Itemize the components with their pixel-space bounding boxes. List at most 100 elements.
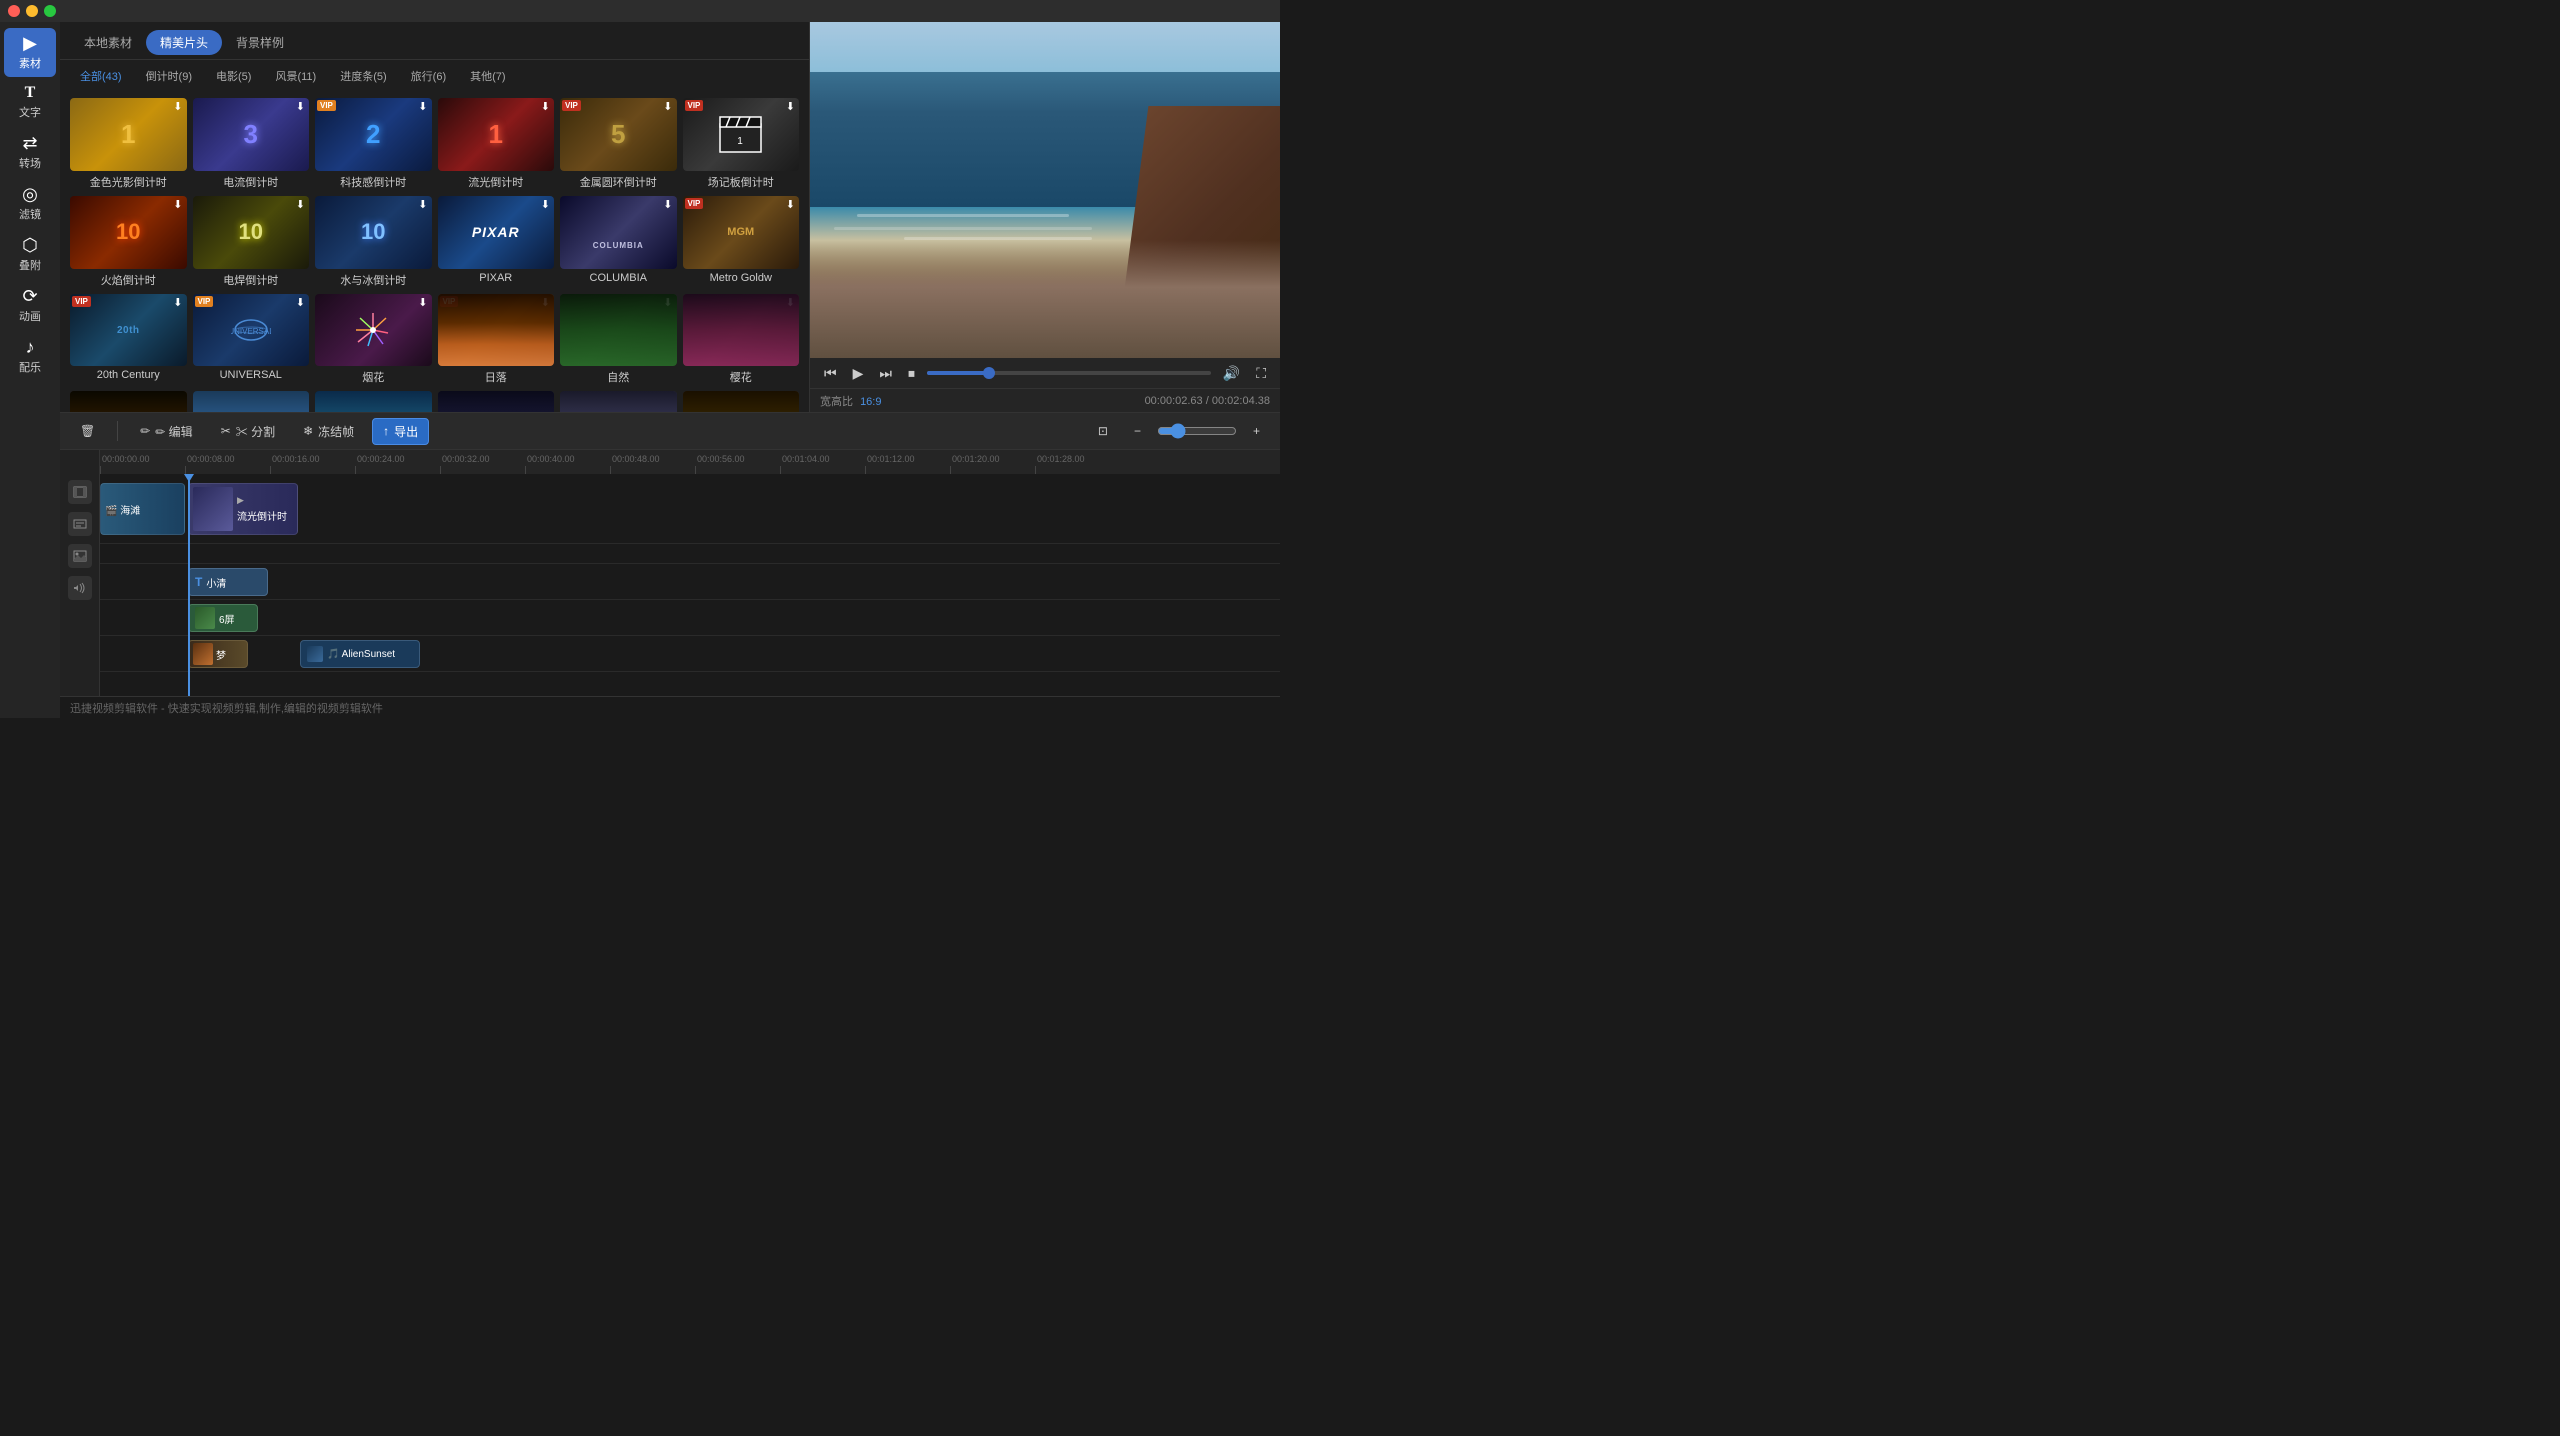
svg-text:UNIVERSAL: UNIVERSAL [231, 327, 271, 336]
sidebar-item-animation[interactable]: ⟳ 动画 [4, 281, 56, 330]
subtitle-label: 小清 [206, 575, 226, 590]
close-button[interactable] [8, 5, 20, 17]
image-clip-1[interactable]: 6屏 [188, 604, 258, 632]
alien-clip[interactable]: 🎵 AlienSunset [300, 640, 420, 668]
zoom-slider[interactable] [1157, 423, 1237, 439]
list-item[interactable]: VIP ⬇ 5 金属圆环倒计时 [560, 98, 677, 190]
zoom-in-button[interactable]: + [1243, 420, 1270, 442]
media-thumb: ⬇ [70, 391, 187, 412]
preview-video [810, 22, 1280, 358]
tab-background[interactable]: 背景样例 [222, 30, 298, 55]
list-item[interactable]: ⬇ 10 火焰倒计时 [70, 196, 187, 288]
volume-button[interactable]: 🔊 [1219, 363, 1244, 384]
tab-premium[interactable]: 精美片头 [146, 30, 222, 55]
media-thumb: ⬇ COLUMBIA [560, 196, 677, 269]
split-button[interactable]: ✂ ✂ 分割 [211, 419, 285, 444]
media-thumb: VIP ⬇ UNIVERSAL [193, 294, 310, 367]
split-icon: ✂ [221, 424, 231, 438]
filter-countdown[interactable]: 倒计时(9) [136, 66, 202, 86]
ruler-marks: 00:00:00.00 00:00:08.00 00:00:16.00 [100, 450, 1120, 474]
image-label-2: 梦 [216, 647, 226, 662]
list-item[interactable]: VIP ⬇ 2 科技感倒计时 [315, 98, 432, 190]
track-clip-beach[interactable]: 🎬 海滩 [100, 483, 185, 535]
media-label: COLUMBIA [560, 272, 677, 284]
stop-button[interactable]: ⏹ [904, 363, 919, 384]
export-button[interactable]: ↑ 导出 [372, 418, 429, 445]
filter-scenery[interactable]: 风景(11) [265, 66, 326, 86]
minimize-button[interactable] [26, 5, 38, 17]
subtitle-track-icon[interactable] [68, 512, 92, 536]
progress-bar[interactable] [927, 371, 1211, 375]
media-thumb: VIP ⬇ 5 [560, 98, 677, 171]
sidebar-item-music[interactable]: ♪ 配乐 [4, 332, 56, 381]
list-item[interactable]: ⬇ 3 电流倒计时 [193, 98, 310, 190]
skip-forward-button[interactable]: ⏭ [875, 363, 896, 384]
list-item[interactable]: VIP ⬇ 日落 [438, 294, 555, 386]
overlay-icon: ⬡ [22, 236, 38, 254]
list-item[interactable]: VIP ⬇ 20th 20th Century [70, 294, 187, 386]
list-item[interactable]: ⬇ 海滩 [193, 391, 310, 412]
video-track-icon[interactable] [68, 480, 92, 504]
list-item[interactable]: VIP ⬇ 1 [683, 98, 800, 190]
media-label: 水与冰倒计时 [315, 272, 432, 288]
zoom-out-button[interactable]: − [1124, 420, 1151, 442]
list-item[interactable]: VIP ⬇ MGM Metro Goldw [683, 196, 800, 288]
sidebar-item-overlay[interactable]: ⬡ 叠附 [4, 230, 56, 279]
edit-button[interactable]: ✏ ✏ 编辑 [130, 419, 202, 444]
sidebar-label-filter: 滤镜 [19, 206, 41, 222]
list-item[interactable]: ⬇ 10 电焊倒计时 [193, 196, 310, 288]
subtitle-clip-text[interactable]: T 小清 [188, 568, 268, 596]
list-item[interactable]: ⬇ 自然 [560, 294, 677, 386]
freeze-button[interactable]: ❄ 冻结帧 [293, 419, 364, 444]
fit-to-screen-button[interactable]: ⊡ [1088, 420, 1118, 442]
media-thumb: VIP ⬇ [560, 391, 677, 412]
list-item[interactable]: VIP ⬇ 城市 [560, 391, 677, 412]
media-thumb: ⬇ [683, 391, 800, 412]
skip-back-button[interactable]: ⏮ [820, 363, 841, 384]
media-thumb: VIP ⬇ 2 [315, 98, 432, 171]
filter-other[interactable]: 其他(7) [460, 66, 515, 86]
sidebar-item-transition[interactable]: ⇄ 转场 [4, 128, 56, 177]
fullscreen-button[interactable]: ⛶ [1252, 363, 1270, 384]
preview-area: ⏮ ▶ ⏭ ⏹ 🔊 ⛶ 宽高比 16:9 [810, 22, 1280, 412]
playhead[interactable] [188, 474, 190, 696]
list-item[interactable]: VIP ⬇ 城市夜景 [438, 391, 555, 412]
audio-track-icon[interactable] [68, 576, 92, 600]
list-item[interactable]: ⬇ PIXAR PIXAR [438, 196, 555, 288]
progress-dot[interactable] [983, 367, 995, 379]
sidebar-item-media[interactable]: ▶ 素材 [4, 28, 56, 77]
image-clip-2[interactable]: 梦 [188, 640, 248, 668]
list-item[interactable]: ⬇ 10 水与冰倒计时 [315, 196, 432, 288]
list-item[interactable]: ⬇ 樱花 [683, 294, 800, 386]
titlebar [0, 0, 1280, 22]
sidebar-item-text[interactable]: T 文字 [4, 79, 56, 126]
list-item[interactable]: ⬇ 人与狗狗 [683, 391, 800, 412]
media-label: 樱花 [683, 369, 800, 385]
play-button[interactable]: ▶ [849, 363, 868, 384]
list-item[interactable]: ⬇ 1 金色光影倒计时 [70, 98, 187, 190]
tab-local[interactable]: 本地素材 [70, 30, 146, 55]
list-item[interactable]: ⬇ [315, 294, 432, 386]
filter-travel[interactable]: 旅行(6) [401, 66, 456, 86]
list-item[interactable]: ⬇ COLUMBIA COLUMBIA [560, 196, 677, 288]
list-item[interactable]: ⬇ 夕阳 [70, 391, 187, 412]
list-item[interactable]: ⬇ 1 流光倒计时 [438, 98, 555, 190]
media-thumb: ⬇ 1 [70, 98, 187, 171]
freeze-icon: ❄ [303, 424, 313, 438]
image-track-icon[interactable] [68, 544, 92, 568]
sidebar-item-filter[interactable]: ◎ 滤镜 [4, 179, 56, 228]
media-browser: 本地素材 精美片头 背景样例 全部(43) 倒计时(9) 电影(5) 风景(11… [60, 22, 810, 412]
delete-button[interactable]: 🗑 [70, 420, 105, 442]
sidebar: ▶ 素材 T 文字 ⇄ 转场 ◎ 滤镜 ⬡ 叠附 ⟳ 动画 ♪ 配乐 [0, 22, 60, 718]
maximize-button[interactable] [44, 5, 56, 17]
ruler-mark: 00:00:24.00 [355, 454, 440, 474]
list-item[interactable]: VIP ⬇ UNIVERSAL UNIVERSAL [193, 294, 310, 386]
list-item[interactable]: ⬇ 海岛 [315, 391, 432, 412]
filter-movie[interactable]: 电影(5) [206, 66, 261, 86]
track-clip-countdown[interactable]: ▶ 流光倒计时 [188, 483, 298, 535]
media-label: Metro Goldw [683, 272, 800, 284]
media-thumb: VIP ⬇ 1 [683, 98, 800, 171]
filter-all[interactable]: 全部(43) [70, 66, 132, 86]
filter-progress[interactable]: 进度条(5) [330, 66, 396, 86]
media-label: 烟花 [315, 369, 432, 385]
